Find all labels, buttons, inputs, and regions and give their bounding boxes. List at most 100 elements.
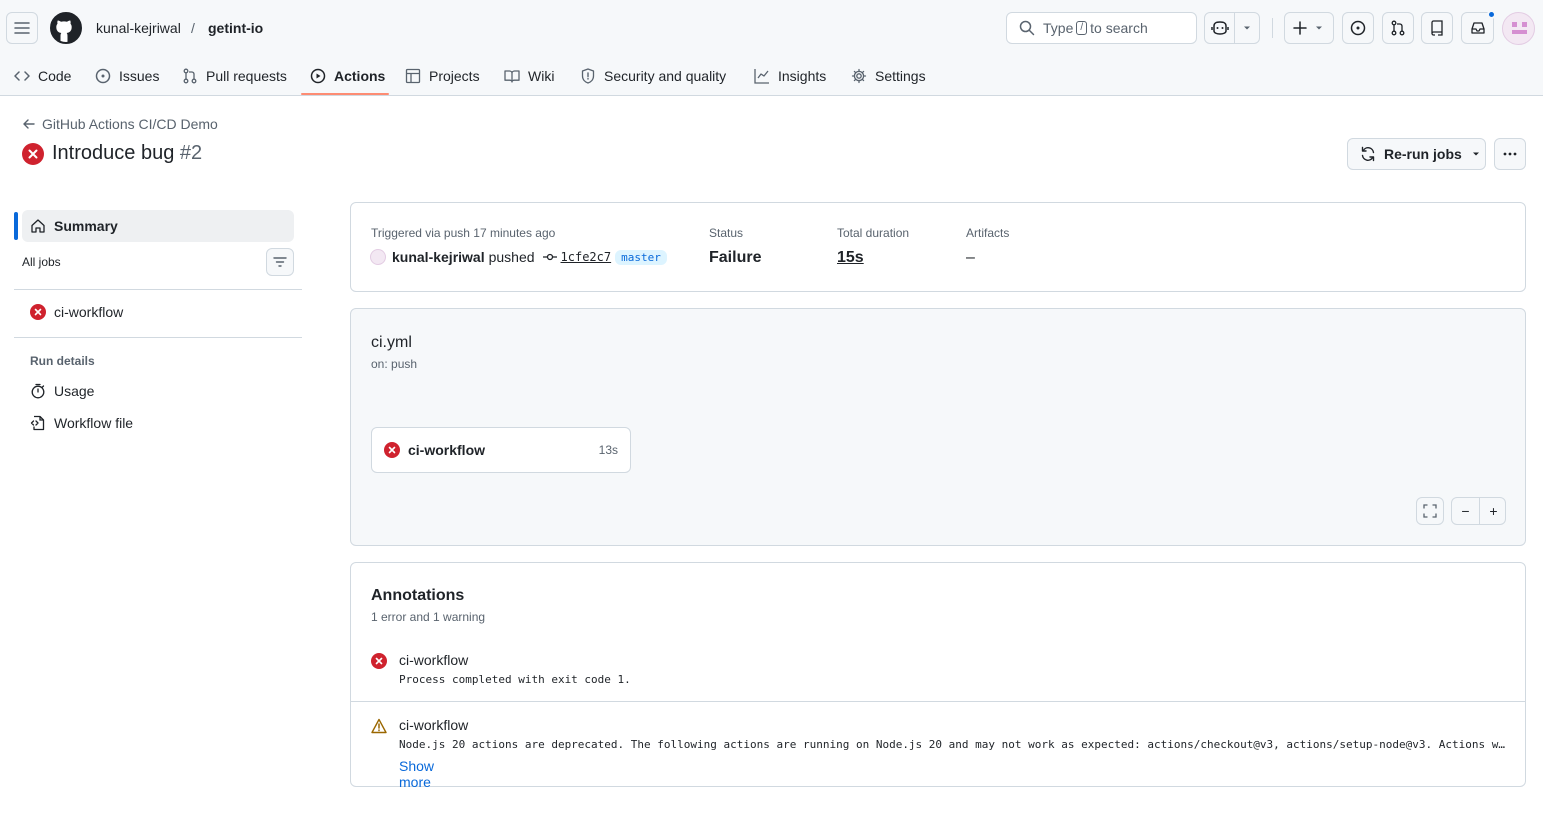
your-issues-button[interactable] [1342,12,1374,44]
tab-label: Insights [778,68,827,84]
rerun-jobs-button[interactable]: Re-run jobs [1347,138,1486,170]
active-tab-indicator [301,93,389,95]
workflow-graph-card: ci.yml on: push ci-workflow 13s − + [350,308,1526,546]
sidebar-divider [14,337,302,338]
filter-jobs-button[interactable] [266,248,294,276]
tab-settings[interactable]: Settings [851,56,926,96]
tab-label: Pull requests [206,68,287,84]
annotation-message: Process completed with exit code 1. [399,673,631,686]
tab-code[interactable]: Code [14,56,71,96]
app-header: kunal-kejriwal / getint-io Type / to sea… [0,0,1543,96]
sidebar-item-workflow-file[interactable]: Workflow file [30,415,133,431]
tab-insights[interactable]: Insights [754,56,826,96]
job-node-name: ci-workflow [408,442,486,458]
all-jobs-label: All jobs [22,255,61,269]
zoom-in-button[interactable]: + [1480,503,1507,519]
search-suffix: to search [1090,20,1148,36]
copilot-icon [1211,21,1229,35]
book-icon [504,70,520,83]
annotations-count: 1 error and 1 warning [371,610,486,624]
copilot-button[interactable] [1204,12,1260,44]
screen-full-icon [1423,504,1437,518]
branch-badge[interactable]: master [615,249,667,265]
run-details-heading: Run details [30,354,95,368]
sync-icon [1361,146,1375,162]
tab-label: Settings [875,68,926,84]
user-avatar[interactable] [370,249,386,265]
home-icon [31,219,45,233]
tab-label: Wiki [528,68,555,84]
create-new-button[interactable] [1284,12,1334,44]
search-shortcut-key: / [1076,21,1088,35]
repositories-button[interactable] [1421,12,1453,44]
sidebar-item-label: Summary [54,218,118,234]
x-circle-fill-icon [30,304,46,320]
tab-security[interactable]: Security and quality [580,56,726,96]
sidebar-item-label: Usage [54,383,95,399]
tab-label: Projects [429,68,480,84]
run-number: #2 [179,142,203,164]
pull-request-icon [183,68,197,84]
sidebar-item-job[interactable]: ci-workflow [30,304,123,320]
tab-projects[interactable]: Projects [405,56,480,96]
sidebar-active-indicator [14,212,18,240]
chevron-down-icon[interactable] [1241,22,1253,34]
duration-label: Total duration [837,226,910,240]
gear-icon [851,68,867,84]
annotation-divider [351,701,1525,702]
issue-icon [1350,20,1366,36]
github-logo-icon[interactable] [50,12,82,44]
more-options-button[interactable] [1494,138,1526,170]
inbox-icon [1470,22,1485,34]
tab-wiki[interactable]: Wiki [504,56,554,96]
issue-icon [95,68,111,84]
menu-button[interactable] [6,12,38,44]
fullscreen-button[interactable] [1416,497,1444,525]
tab-label: Actions [334,68,386,84]
alert-icon [371,718,387,734]
pusher-username[interactable]: kunal-kejriwal [392,249,485,265]
annotation-job-name[interactable]: ci-workflow [399,652,468,668]
tab-pull-requests[interactable]: Pull requests [182,56,287,96]
tab-issues[interactable]: Issues [95,56,159,96]
arrow-left-icon [23,119,35,129]
commit-link[interactable]: 1cfe2c7 [542,250,612,264]
play-icon [310,68,326,84]
sidebar-item-summary[interactable]: Summary [22,210,294,242]
git-commit-icon [542,253,557,261]
breadcrumb-separator: / [191,20,195,36]
code-icon [14,71,30,81]
push-info: kunal-kejriwal pushed 1cfe2c7 master [370,249,667,265]
annotation-job-name[interactable]: ci-workflow [399,717,468,733]
repo-icon [1431,20,1443,36]
commit-sha: 1cfe2c7 [560,250,612,264]
avatar[interactable] [1502,12,1535,45]
sidebar-item-label: Workflow file [54,415,134,431]
sidebar-job-name: ci-workflow [54,304,124,320]
breadcrumb-repo[interactable]: getint-io [208,20,263,36]
workflow-back-link[interactable]: GitHub Actions CI/CD Demo [22,116,218,132]
page-title: Introduce bug #2 [52,142,202,165]
kebab-horizontal-icon [1503,152,1517,156]
your-pull-requests-button[interactable] [1382,12,1414,44]
search-input[interactable]: Type / to search [1006,12,1197,44]
notifications-button[interactable] [1461,10,1496,44]
duration-value[interactable]: 15s [837,249,864,267]
show-more-link[interactable]: Show more [399,758,434,790]
file-code-icon [30,415,45,431]
chevron-down-icon [1316,26,1322,30]
shield-icon [581,68,595,84]
breadcrumb-owner[interactable]: kunal-kejriwal [96,20,181,36]
annotations-title: Annotations [371,587,465,604]
table-icon [405,68,421,84]
chevron-down-icon [1472,152,1479,156]
workflow-file-name: ci.yml [371,334,412,351]
run-title: Introduce bug [52,142,175,164]
trigger-info: Triggered via push 17 minutes ago [371,226,556,240]
sidebar-item-usage[interactable]: Usage [30,383,94,399]
tab-actions[interactable]: Actions [310,56,385,96]
zoom-out-button[interactable]: − [1452,503,1479,519]
notification-dot [1487,10,1496,19]
job-node-duration: 13s [598,443,618,457]
job-node[interactable]: ci-workflow 13s [371,427,631,473]
